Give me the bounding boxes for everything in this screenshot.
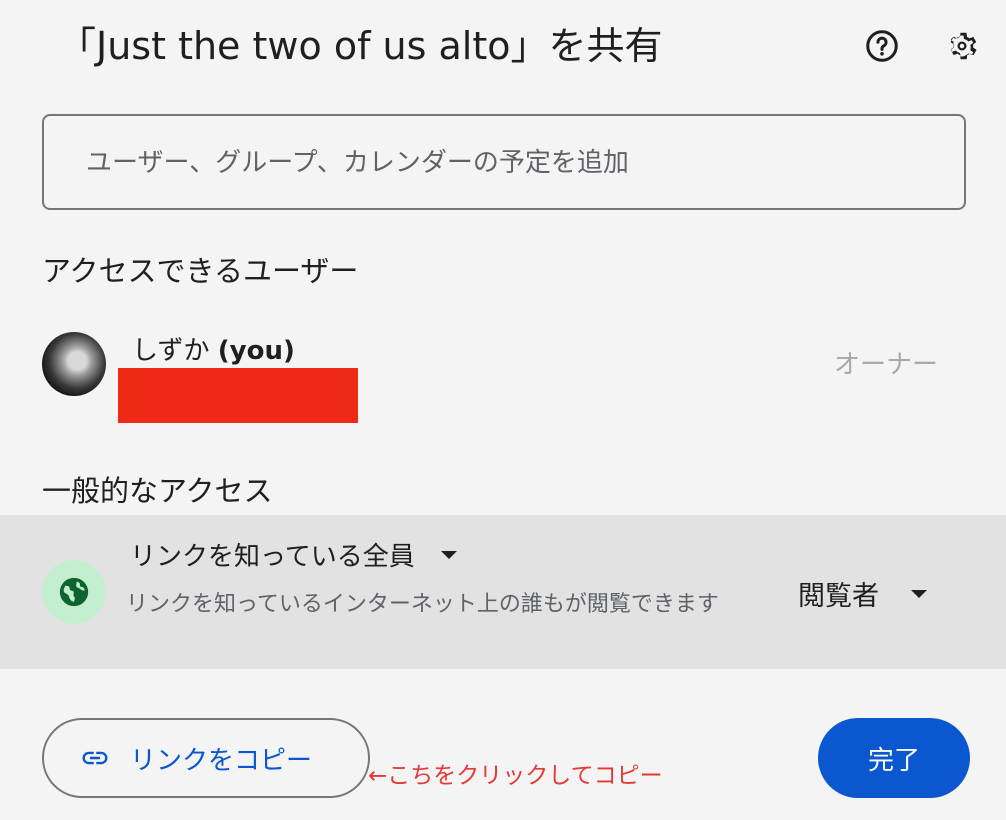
access-users-heading: アクセスできるユーザー <box>42 254 359 288</box>
globe-icon <box>59 577 89 607</box>
share-search-field[interactable] <box>42 114 966 210</box>
help-button[interactable] <box>858 22 906 70</box>
link-scope-dropdown[interactable]: リンクを知っている全員 <box>130 536 457 573</box>
caret-down-icon <box>911 589 927 598</box>
redacted-email <box>118 368 358 423</box>
link-icon <box>80 743 110 773</box>
link-scope-description: リンクを知っているインターネット上の誰もが閲覧できます <box>126 592 719 617</box>
copy-annotation: ←こちをクリックしてコピー <box>368 763 663 789</box>
gear-icon <box>950 32 977 60</box>
user-display-name: しずか <box>132 336 210 366</box>
role-dropdown[interactable]: 閲覧者 <box>798 574 927 613</box>
link-scope-label: リンクを知っている全員 <box>130 542 415 572</box>
share-search-input[interactable] <box>84 116 938 210</box>
avatar <box>42 332 106 396</box>
copy-link-label: リンクをコピー <box>130 745 313 776</box>
copy-link-button[interactable]: リンクをコピー <box>42 718 370 798</box>
done-button[interactable]: 完了 <box>818 718 970 798</box>
globe-badge <box>42 560 106 624</box>
user-you-label: (you) <box>217 336 295 366</box>
dialog-title: 「Just the two of us alto」を共有 <box>58 24 663 68</box>
role-label: 閲覧者 <box>798 581 879 612</box>
settings-button[interactable] <box>938 22 986 70</box>
general-access-heading: 一般的なアクセス <box>42 474 273 508</box>
caret-down-icon <box>440 550 457 559</box>
help-circle-icon <box>866 30 898 62</box>
user-name: しずか (you) <box>132 330 295 367</box>
owner-role-label: オーナー <box>834 350 939 380</box>
